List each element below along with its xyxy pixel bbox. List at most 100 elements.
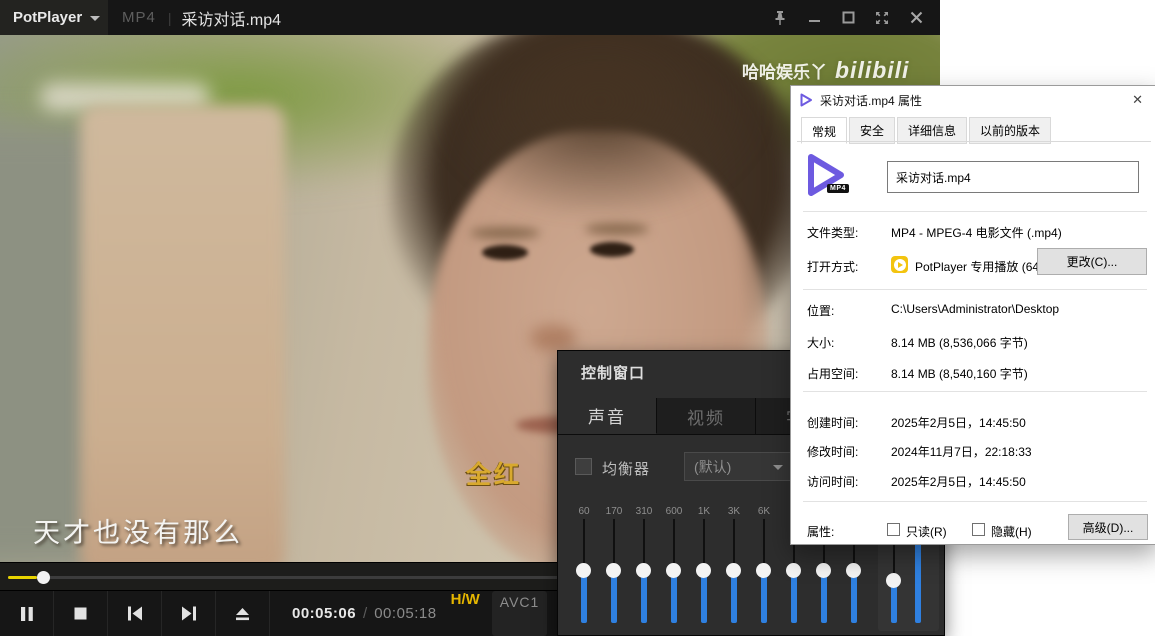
bilibili-logo: bilibili [835, 57, 909, 84]
location-value: C:\Users\Administrator\Desktop [891, 302, 1059, 316]
tab-audio[interactable]: 声音 [558, 398, 657, 434]
video-subtitle: 天才也没有那么 [33, 511, 243, 550]
filename-input[interactable] [887, 161, 1139, 193]
separator [803, 289, 1147, 290]
created-label: 创建时间: [807, 414, 858, 431]
person-bangs [440, 35, 760, 215]
hidden-label: 隐藏(H) [991, 523, 1032, 540]
tab-previous-versions[interactable]: 以前的版本 [969, 117, 1051, 144]
attributes-label: 属性: [807, 523, 834, 540]
opens-with-label: 打开方式: [807, 258, 858, 275]
equalizer-label: 均衡器 [602, 458, 650, 479]
band-label-600: 600 [659, 506, 689, 517]
dialog-titlebar: 采访对话.mp4 属性 ✕ [791, 86, 1155, 114]
video-overlay-caption: 全红 [466, 455, 522, 491]
eq-slider-6k[interactable] [756, 519, 772, 623]
file-title: 采访对话.mp4 [181, 6, 281, 30]
accessed-label: 访问时间: [807, 473, 858, 490]
app-name: PotPlayer [13, 9, 82, 26]
hidden-checkbox[interactable] [972, 523, 985, 536]
video-foreground-post [80, 105, 285, 562]
eq-slider-600[interactable] [666, 519, 682, 623]
maximize-button[interactable] [838, 8, 858, 28]
seekbar-thumb[interactable] [37, 571, 50, 584]
size-label: 大小: [807, 334, 834, 351]
opens-with-value: PotPlayer 专用播放 (64 [915, 258, 1039, 275]
band-label-3k: 3K [719, 506, 749, 517]
potplayer-file-icon-small [799, 93, 813, 107]
eq-slider-170[interactable] [606, 519, 622, 623]
minimize-button[interactable] [804, 8, 824, 28]
dropdown-caret-icon [773, 465, 783, 470]
previous-button[interactable] [108, 591, 162, 636]
title-divider: | [168, 10, 172, 26]
dialog-close-icon[interactable]: ✕ [1132, 92, 1143, 108]
band-label-310: 310 [629, 506, 659, 517]
person-eye-left [482, 245, 528, 260]
person-eyebrow-right [585, 223, 649, 235]
file-type-value: MP4 - MPEG-4 电影文件 (.mp4) [891, 224, 1062, 241]
change-button[interactable]: 更改(C)... [1037, 248, 1147, 275]
dialog-tabs: 常规 安全 详细信息 以前的版本 [801, 117, 1051, 144]
potplayer-app-icon [891, 256, 908, 273]
seekbar-progress [8, 576, 37, 579]
dialog-title: 采访对话.mp4 属性 [820, 92, 922, 109]
window-controls [770, 8, 940, 28]
modified-value: 2024年11月7日，22:18:33 [891, 443, 1032, 460]
fullscreen-button[interactable] [872, 8, 892, 28]
hw-decoder-badge[interactable]: H/W [451, 591, 480, 636]
tab-security[interactable]: 安全 [849, 117, 895, 144]
band-label-6k: 6K [749, 506, 779, 517]
size-value: 8.14 MB (8,536,066 字节) [891, 334, 1028, 351]
eq-slider-3k[interactable] [726, 519, 742, 623]
eq-preset-dropdown[interactable]: (默认) [684, 452, 792, 481]
total-time: 00:05:18 [374, 605, 436, 622]
separator [803, 501, 1147, 502]
person-eye-right [590, 242, 634, 257]
band-label-1k: 1K [689, 506, 719, 517]
watermark-cn-text: 哈哈娱乐丫 [742, 58, 827, 83]
app-menu-button[interactable]: PotPlayer [0, 0, 108, 35]
pin-icon[interactable] [770, 8, 790, 28]
stop-button[interactable] [54, 591, 108, 636]
close-button[interactable] [906, 8, 926, 28]
time-display: 00:05:06 / 00:05:18 [292, 591, 437, 636]
video-codec-badge[interactable]: AVC1 [492, 591, 548, 636]
tab-divider [797, 141, 1151, 142]
separator [803, 391, 1147, 392]
tab-video[interactable]: 视频 [657, 398, 756, 434]
mp4-badge: MP4 [827, 184, 849, 193]
properties-dialog: 采访对话.mp4 属性 ✕ 常规 安全 详细信息 以前的版本 MP4 文件类型:… [790, 85, 1155, 545]
location-label: 位置: [807, 302, 834, 319]
potplayer-file-icon-large: MP4 [803, 152, 849, 198]
person-nose-shadow [530, 325, 576, 351]
size-on-disk-value: 8.14 MB (8,540,160 字节) [891, 365, 1028, 382]
current-time: 00:05:06 [292, 605, 356, 622]
person-eyebrow-left [470, 227, 540, 239]
screen: PotPlayer MP4 | 采访对话.mp4 [0, 0, 1155, 636]
modified-label: 修改时间: [807, 443, 858, 460]
next-button[interactable] [162, 591, 216, 636]
tab-details[interactable]: 详细信息 [897, 117, 967, 144]
time-separator: / [363, 605, 367, 622]
band-label-60: 60 [569, 506, 599, 517]
equalizer-checkbox[interactable] [575, 458, 592, 475]
size-on-disk-label: 占用空间: [807, 365, 858, 382]
control-window-title: 控制窗口 [581, 362, 645, 383]
eq-slider-1k[interactable] [696, 519, 712, 623]
tab-general[interactable]: 常规 [801, 117, 847, 144]
pause-button[interactable] [0, 591, 54, 636]
separator [803, 211, 1147, 212]
file-type-label: 文件类型: [807, 224, 858, 241]
eq-preset-value: (默认) [694, 457, 731, 477]
format-badge: MP4 [122, 9, 156, 26]
eq-slider-310[interactable] [636, 519, 652, 623]
readonly-label: 只读(R) [906, 523, 947, 540]
eject-button[interactable] [216, 591, 270, 636]
band-label-170: 170 [599, 506, 629, 517]
readonly-checkbox[interactable] [887, 523, 900, 536]
eq-slider-60[interactable] [576, 519, 592, 623]
channel-watermark: 哈哈娱乐丫 bilibili [742, 57, 909, 84]
advanced-button[interactable]: 高级(D)... [1068, 514, 1148, 540]
chevron-down-icon [90, 16, 100, 21]
